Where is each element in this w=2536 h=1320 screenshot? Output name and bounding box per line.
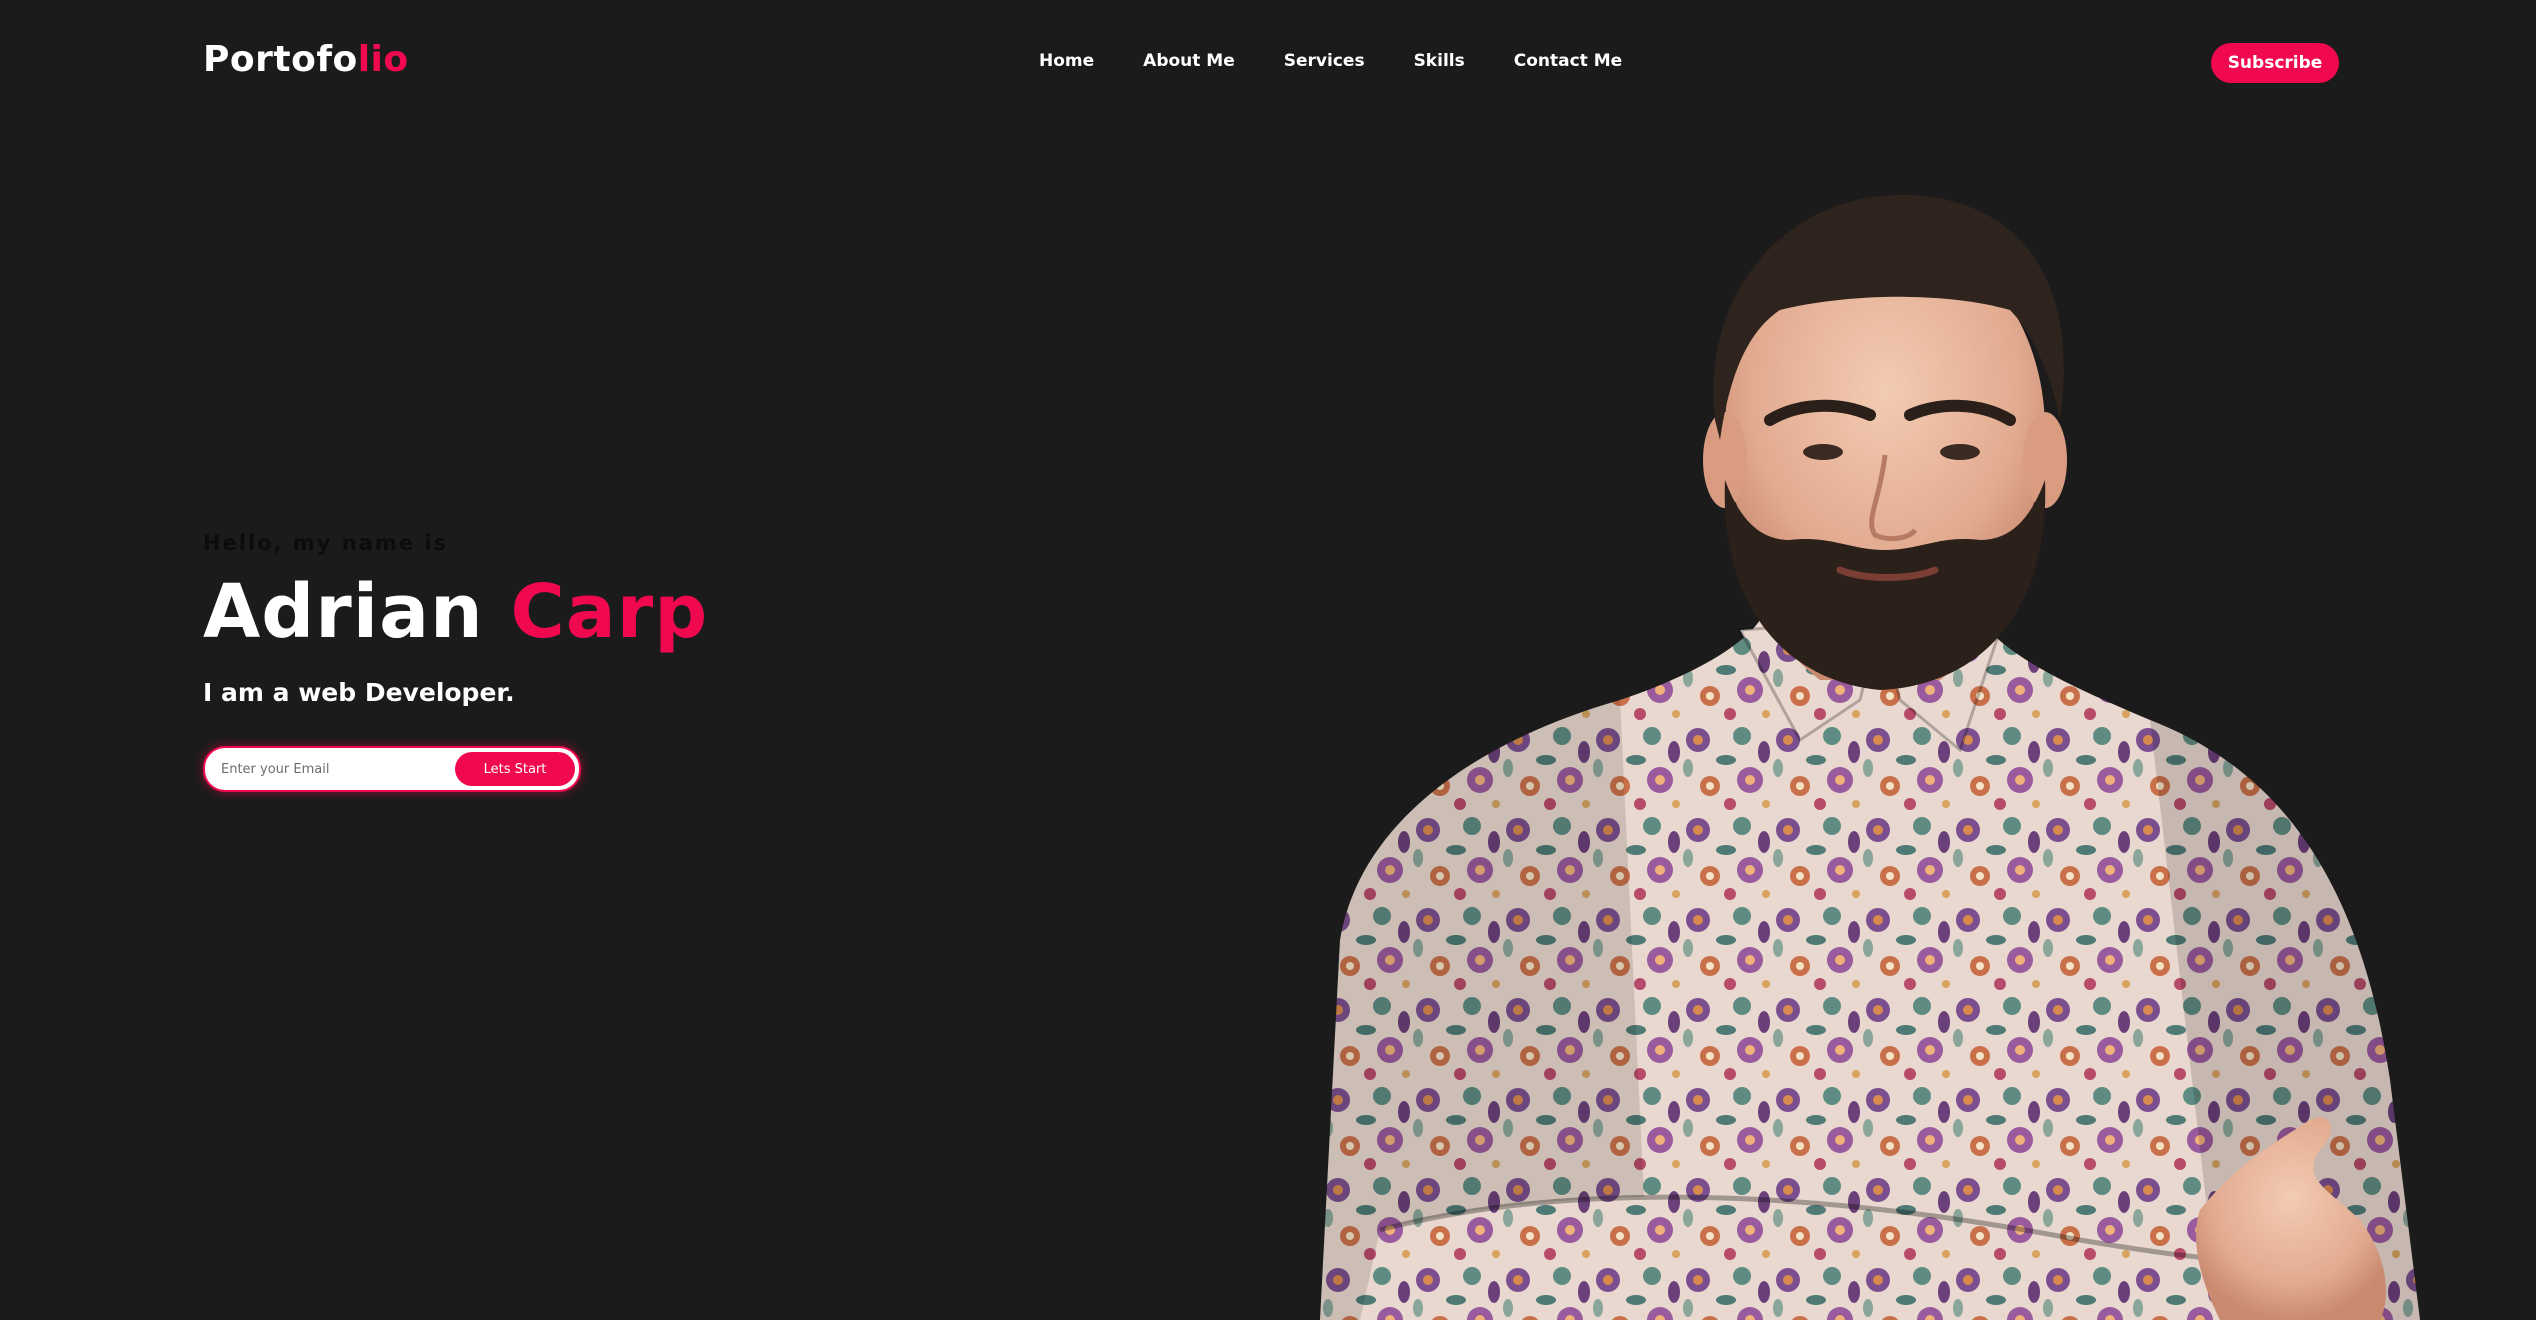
main-nav: Home About Me Services Skills Contact Me: [1039, 48, 1622, 74]
portrait-photo: [1320, 194, 2420, 1320]
last-name: Carp: [510, 569, 709, 655]
email-signup-form: Lets Start: [203, 746, 581, 792]
hero-intro: Hello, my name is Adrian Carp I am a web…: [203, 528, 923, 710]
greeting-text: Hello, my name is: [203, 531, 449, 555]
hero-name: Adrian Carp: [203, 566, 923, 658]
nav-contact-me[interactable]: Contact Me: [1514, 48, 1622, 74]
subscribe-button[interactable]: Subscribe: [2211, 43, 2339, 83]
logo-text: Portofo: [203, 39, 358, 80]
nav-services[interactable]: Services: [1284, 48, 1365, 74]
lets-start-button[interactable]: Lets Start: [455, 752, 575, 786]
page: Portofolio Home About Me Services Skills…: [0, 0, 2536, 1320]
logo-accent-text: lio: [357, 39, 409, 80]
logo[interactable]: Portofolio: [203, 36, 409, 84]
tagline: I am a web Developer.: [203, 678, 515, 707]
site-header: Portofolio Home About Me Services Skills…: [0, 0, 2536, 120]
nav-home[interactable]: Home: [1039, 48, 1094, 74]
nav-skills[interactable]: Skills: [1414, 48, 1465, 74]
first-name: Adrian: [203, 569, 484, 655]
nav-about-me[interactable]: About Me: [1143, 48, 1235, 74]
email-input[interactable]: [205, 748, 455, 790]
